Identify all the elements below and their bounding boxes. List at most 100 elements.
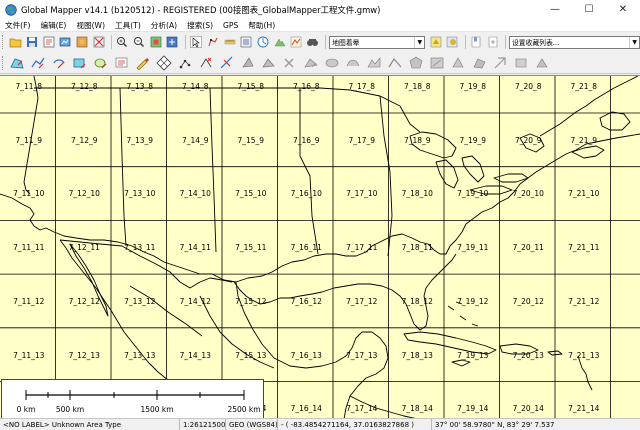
catalog-icon[interactable] bbox=[91, 35, 106, 50]
shader-select[interactable]: 地图着晕 ▼ bbox=[329, 35, 426, 49]
create-point-icon[interactable] bbox=[50, 54, 68, 72]
simplify-feature-icon[interactable] bbox=[365, 54, 383, 72]
smooth-feature-icon[interactable] bbox=[344, 54, 362, 72]
grid-tile-label: 7_12_11 bbox=[68, 243, 100, 253]
grid-tile-label: 7_20_14 bbox=[512, 404, 544, 414]
grid-tile-label: 7_19_11 bbox=[457, 243, 489, 253]
bookmark-icon[interactable] bbox=[469, 35, 484, 50]
edit-attributes-icon[interactable] bbox=[512, 54, 530, 72]
measure-area-icon[interactable] bbox=[428, 54, 446, 72]
grid-tile-label: 7_17_9 bbox=[348, 135, 376, 145]
menu-help[interactable]: 帮助(H) bbox=[243, 20, 280, 31]
feature-info-icon[interactable] bbox=[239, 35, 254, 50]
create-circle-icon[interactable] bbox=[92, 54, 110, 72]
grid-tool-icon[interactable] bbox=[155, 54, 173, 72]
grid-tile-label: 7_16_12 bbox=[290, 296, 322, 306]
bookmark-add-icon[interactable] bbox=[485, 35, 500, 50]
grid-tile-label: 7_11_9 bbox=[15, 135, 43, 145]
insert-vertex-icon[interactable] bbox=[449, 54, 467, 72]
grid-tile-label: 7_18_10 bbox=[401, 189, 433, 199]
image-icon[interactable] bbox=[75, 35, 90, 50]
union-feature-icon[interactable] bbox=[281, 54, 299, 72]
draw-freehand-icon[interactable] bbox=[134, 54, 152, 72]
grid-tile-label: 7_12_10 bbox=[68, 189, 100, 199]
shader-settings-icon[interactable] bbox=[428, 35, 443, 50]
3d-path-icon[interactable] bbox=[289, 35, 304, 50]
digitizer-tool-icon[interactable] bbox=[205, 35, 220, 50]
chevron-down-icon: ▼ bbox=[414, 36, 424, 48]
grid-tile-label: 7_20_13 bbox=[512, 350, 544, 360]
title-bar: Global Mapper v14.1 (b120512) - REGISTER… bbox=[0, 0, 640, 19]
menu-edit[interactable]: 编辑(E) bbox=[35, 20, 71, 31]
full-view-icon[interactable] bbox=[148, 35, 163, 50]
grid-tile-label: 7_20_11 bbox=[512, 243, 544, 253]
find-address-icon[interactable] bbox=[491, 54, 509, 72]
crop-feature-icon[interactable] bbox=[302, 54, 320, 72]
grid-tile-label: 7_16_14 bbox=[290, 404, 322, 414]
zoom-out-icon[interactable] bbox=[132, 35, 147, 50]
create-rectangle-icon[interactable] bbox=[71, 54, 89, 72]
save-icon[interactable] bbox=[25, 35, 40, 50]
create-line-icon[interactable] bbox=[29, 54, 47, 72]
grid-tile-label: 7_18_8 bbox=[403, 82, 431, 91]
connect-lines-icon[interactable] bbox=[386, 54, 404, 72]
grid-tile-label: 7_19_10 bbox=[457, 189, 489, 199]
vertex-move-icon[interactable] bbox=[176, 54, 194, 72]
toolbar-separator bbox=[464, 35, 466, 49]
3d-view-icon[interactable] bbox=[306, 35, 321, 50]
vertex-delete-icon[interactable] bbox=[197, 54, 215, 72]
grid-tile-label: 7_21_9 bbox=[570, 135, 598, 145]
grid-tile-label: 7_21_11 bbox=[568, 243, 600, 253]
menu-view[interactable]: 视图(W) bbox=[71, 20, 110, 31]
buffer-feature-icon[interactable] bbox=[323, 54, 341, 72]
status-dms: 37° 00' 58.9780" N, 83° 29' 7.537 bbox=[435, 420, 555, 429]
menu-search[interactable]: 搜索(S) bbox=[182, 20, 218, 31]
menu-analysis[interactable]: 分析(A) bbox=[146, 20, 182, 31]
map-view[interactable]: 7_11_8 7_12_8 7_13_8 7_14_8 7_15_8 7_16_8 7_17… bbox=[0, 75, 640, 418]
status-projection: GEO (WGS84) bbox=[226, 419, 278, 430]
export-icon[interactable] bbox=[58, 35, 73, 50]
grid-tile-label: 7_16_13 bbox=[290, 350, 322, 360]
create-text-icon[interactable] bbox=[113, 54, 131, 72]
data-file-icon[interactable] bbox=[41, 35, 56, 50]
grid-tile-label: 7_13_9 bbox=[126, 135, 154, 145]
grid-tile-label: 7_19_14 bbox=[457, 404, 489, 414]
view-shed-icon[interactable] bbox=[272, 35, 287, 50]
scale-label-500: 500 km bbox=[55, 405, 85, 414]
measure-tool-icon[interactable] bbox=[222, 35, 237, 50]
favorites-select[interactable]: 设置收藏列表... ▼ bbox=[508, 35, 640, 49]
grid-tile-label: 7_16_9 bbox=[292, 135, 320, 145]
menu-gps[interactable]: GPS bbox=[218, 21, 243, 30]
zoom-in-icon[interactable] bbox=[115, 35, 130, 50]
toolbar-separator bbox=[184, 35, 186, 49]
split-line-icon[interactable] bbox=[218, 54, 236, 72]
scale-feature-icon[interactable] bbox=[260, 54, 278, 72]
maximize-button[interactable]: ☐ bbox=[572, 0, 606, 19]
hill-shade-icon[interactable] bbox=[445, 35, 460, 50]
path-profile-icon[interactable] bbox=[256, 35, 271, 50]
minimize-button[interactable]: — bbox=[538, 0, 572, 19]
rotate-feature-icon[interactable] bbox=[239, 54, 257, 72]
close-button[interactable]: ✕ bbox=[606, 0, 640, 19]
window-title: Global Mapper v14.1 (b120512) - REGISTER… bbox=[21, 4, 381, 15]
menu-tools[interactable]: 工具(T) bbox=[110, 20, 146, 31]
grid-tile-label: 7_15_13 bbox=[235, 350, 267, 360]
pointer-tool-icon[interactable] bbox=[189, 35, 204, 50]
reshape-feature-icon[interactable] bbox=[470, 54, 488, 72]
grid-tile-label: 7_19_8 bbox=[459, 82, 487, 91]
grid-tile-label: 7_12_9 bbox=[70, 135, 98, 145]
toolbar-grip[interactable] bbox=[2, 55, 6, 70]
create-polygon-icon[interactable] bbox=[407, 54, 425, 72]
menu-file[interactable]: 文件(F) bbox=[0, 20, 35, 31]
mark-feature-icon[interactable] bbox=[533, 54, 551, 72]
layer-control-icon[interactable] bbox=[165, 35, 180, 50]
grid-tile-label: 7_17_12 bbox=[346, 296, 378, 306]
open-folder-icon[interactable] bbox=[8, 35, 23, 50]
grid-tile-label: 7_17_14 bbox=[346, 404, 378, 414]
create-area-icon[interactable] bbox=[8, 54, 26, 72]
scale-label-2500: 2500 km bbox=[227, 405, 261, 414]
status-layer: <NO LABEL> Unknown Area Type bbox=[0, 419, 180, 430]
grid-tile-label: 7_13_13 bbox=[124, 350, 156, 360]
toolbar-grip[interactable] bbox=[2, 35, 6, 49]
grid-tile-label: 7_14_8 bbox=[181, 82, 209, 91]
